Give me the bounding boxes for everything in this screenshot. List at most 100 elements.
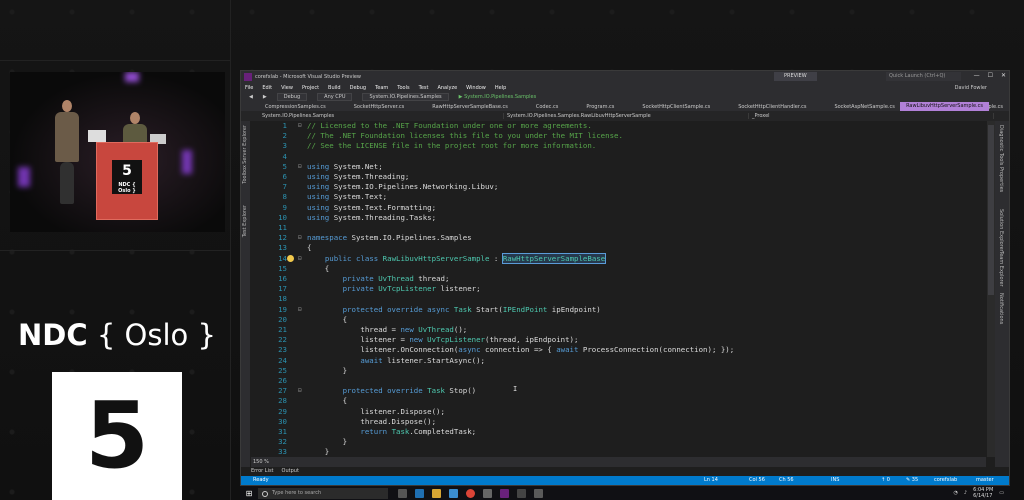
code-line[interactable]: 13 {	[251, 243, 986, 253]
code-line[interactable]: 10 using System.Threading.Tasks;	[251, 213, 986, 223]
app-icon[interactable]	[483, 488, 492, 498]
menu-item-file[interactable]: File	[245, 85, 253, 91]
notifications-icon[interactable]: ▭	[999, 490, 1004, 496]
fold-toggle-icon[interactable]: ⊟	[298, 386, 302, 396]
document-tab[interactable]: SocketHttpServer.cs	[340, 104, 418, 110]
menu-item-project[interactable]: Project	[302, 85, 319, 91]
document-tab[interactable]: SocketAspNetSample.cs	[820, 104, 908, 110]
project-dropdown[interactable]: System.IO.Pipelines.Samples	[259, 113, 504, 119]
menu-item-help[interactable]: Help	[495, 85, 506, 91]
code-line[interactable]: 9 using System.Text.Formatting;	[251, 203, 986, 213]
platform-select[interactable]: Any CPU	[317, 93, 353, 101]
code-line[interactable]: 5 ⊟ using System.Net;	[251, 162, 986, 172]
code-line[interactable]: 20 {	[251, 315, 986, 325]
startup-project-select[interactable]: System.IO.Pipelines.Samples	[362, 93, 449, 101]
menu-item-window[interactable]: Window	[466, 85, 486, 91]
right-tool-tab[interactable]: Diagnostic Tools	[998, 125, 1004, 165]
terminal-icon[interactable]	[517, 488, 526, 498]
right-tool-tab[interactable]: Team Explorer	[998, 251, 1004, 287]
menu-item-tools[interactable]: Tools	[397, 85, 409, 91]
network-icon[interactable]: ◔	[954, 490, 958, 496]
menu-item-view[interactable]: View	[281, 85, 293, 91]
menu-item-analyze[interactable]: Analyze	[437, 85, 457, 91]
visual-studio-taskbar-icon[interactable]	[500, 488, 509, 498]
back-icon[interactable]: ◀	[249, 94, 253, 100]
tab-active[interactable]: RawLibuvHttpServerSample.cs	[900, 102, 989, 111]
left-tool-tab[interactable]: Server Explorer	[242, 125, 248, 164]
status-branch[interactable]: master	[976, 476, 994, 485]
document-tab[interactable]: RawHttpServerSampleBase.cs	[418, 104, 522, 110]
left-tool-tab[interactable]: Test Explorer	[242, 205, 248, 237]
member-dropdown[interactable]: _Proxel	[749, 113, 994, 119]
fold-toggle-icon[interactable]: ⊟	[298, 254, 302, 264]
code-line[interactable]: 26	[251, 376, 986, 386]
close-icon[interactable]: ✕	[1001, 72, 1006, 79]
document-tab[interactable]: SocketHttpClientSample.cs	[628, 104, 724, 110]
status-changes[interactable]: ↑ 0	[881, 476, 890, 485]
document-tab[interactable]: SocketHttpClientHandler.cs	[724, 104, 820, 110]
bottom-tab[interactable]: Error List	[251, 467, 274, 476]
maximize-icon[interactable]: ☐	[988, 72, 993, 79]
code-line[interactable]: 15 {	[251, 264, 986, 274]
code-line[interactable]: 8 using System.Text;	[251, 192, 986, 202]
code-line[interactable]: 2 // The .NET Foundation licenses this fi…	[251, 131, 986, 141]
fold-toggle-icon[interactable]: ⊟	[298, 121, 302, 131]
code-line[interactable]: 12 ⊟ namespace System.IO.Pipelines.Samples	[251, 233, 986, 243]
misc-app-icon[interactable]	[534, 488, 543, 498]
minimize-icon[interactable]: —	[974, 72, 980, 79]
quick-launch-input[interactable]: Quick Launch (Ctrl+Q)	[886, 72, 961, 81]
document-tab[interactable]: CompressionSamples.cs	[251, 104, 340, 110]
code-line[interactable]: 18	[251, 294, 986, 304]
code-line[interactable]: 17 private UvTcpListener listener;	[251, 284, 986, 294]
volume-icon[interactable]: ♪	[964, 490, 967, 496]
right-tool-tab[interactable]: Properties	[998, 167, 1004, 192]
code-line[interactable]: 23 listener.OnConnection(async connectio…	[251, 345, 986, 355]
start-debugging-button[interactable]: ▶ System.IO.Pipelines.Samples	[459, 94, 537, 100]
code-line[interactable]: 14 ⊟ public class RawLibuvHttpServerSampl…	[251, 252, 986, 264]
code-line[interactable]: 29 listener.Dispose();	[251, 407, 986, 417]
windows-start-icon[interactable]: ⊞	[240, 489, 258, 498]
menu-item-debug[interactable]: Debug	[350, 85, 366, 91]
code-line[interactable]: 3 // See the LICENSE file in the project …	[251, 141, 986, 151]
code-line[interactable]: 11	[251, 223, 986, 233]
code-line[interactable]: 7 using System.IO.Pipelines.Networking.Li…	[251, 182, 986, 192]
edge-icon[interactable]	[415, 488, 424, 498]
code-line[interactable]: 1 ⊟ // Licensed to the .NET Foundation und…	[251, 121, 986, 131]
code-line[interactable]: 27 ⊟ protected override Task Stop()	[251, 386, 986, 396]
code-line[interactable]: 22 listener = new UvTcpListener(thread, …	[251, 335, 986, 345]
taskbar-search[interactable]: Type here to search	[258, 487, 388, 499]
code-line[interactable]: 4	[251, 152, 986, 162]
task-view-icon[interactable]	[398, 488, 407, 498]
zoom-level[interactable]: 150 %	[251, 457, 986, 467]
code-editor[interactable]: I 1 ⊟// Licensed to the .NET Foundation u…	[251, 121, 986, 457]
status-repo[interactable]: corefxlab	[934, 476, 957, 485]
menu-item-test[interactable]: Test	[419, 85, 429, 91]
clock[interactable]: 6:04 PM 6/14/17	[973, 487, 993, 499]
code-line[interactable]: 25 }	[251, 366, 986, 376]
code-line[interactable]: 24 await listener.StartAsync();	[251, 356, 986, 366]
status-pending[interactable]: ✎ 35	[906, 476, 918, 485]
chrome-icon[interactable]	[466, 488, 475, 498]
right-tool-tab[interactable]: Notifications	[998, 293, 1004, 324]
configuration-select[interactable]: Debug	[276, 93, 308, 101]
menu-item-team[interactable]: Team	[375, 85, 388, 91]
store-icon[interactable]	[449, 488, 458, 498]
code-line[interactable]: 21 thread = new UvThread();	[251, 325, 986, 335]
fold-toggle-icon[interactable]: ⊟	[298, 162, 302, 172]
forward-icon[interactable]: ▶	[263, 94, 267, 100]
document-tab[interactable]: Program.cs	[572, 104, 628, 110]
bottom-tab[interactable]: Output	[282, 467, 299, 476]
code-line[interactable]: 19 ⊟ protected override async Task Start(…	[251, 305, 986, 315]
code-line[interactable]: 16 private UvThread thread;	[251, 274, 986, 284]
fold-toggle-icon[interactable]: ⊟	[298, 305, 302, 315]
code-line[interactable]: 32 }	[251, 437, 986, 447]
code-line[interactable]: 6 using System.Threading;	[251, 172, 986, 182]
right-tool-tab[interactable]: Solution Explorer	[998, 209, 1004, 252]
code-line[interactable]: 31 return Task.CompletedTask;	[251, 427, 986, 437]
code-line[interactable]: 30 thread.Dispose();	[251, 417, 986, 427]
fold-toggle-icon[interactable]: ⊟	[298, 233, 302, 243]
menu-item-edit[interactable]: Edit	[262, 85, 272, 91]
user-name[interactable]: David Fowler	[955, 85, 987, 91]
code-line[interactable]: 28 {	[251, 396, 986, 406]
document-tab[interactable]: Codec.cs	[522, 104, 573, 110]
